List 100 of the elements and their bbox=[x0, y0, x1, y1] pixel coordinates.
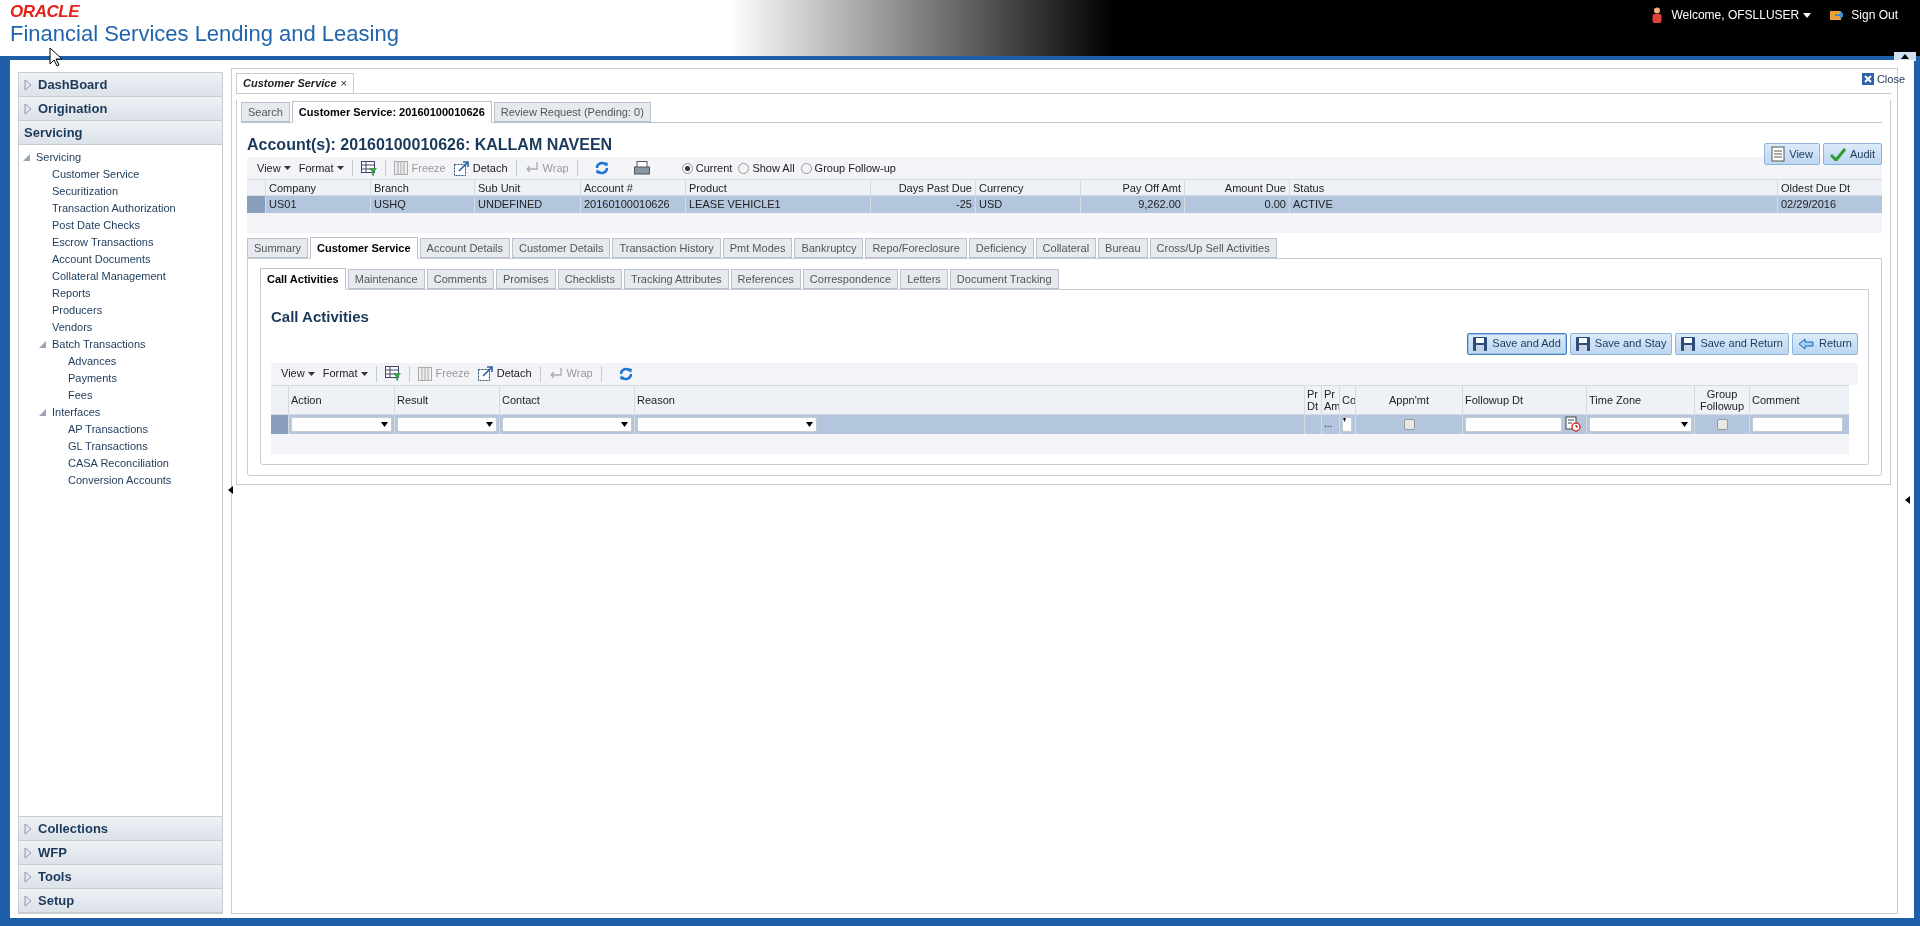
tab[interactable]: Pmt Modes bbox=[722, 238, 793, 258]
tab[interactable]: Call Activities bbox=[260, 268, 346, 290]
tree-item[interactable]: Account Documents bbox=[52, 251, 151, 268]
tab[interactable]: Tracking Attributes bbox=[623, 269, 729, 289]
tree-item[interactable]: CASA Reconciliation bbox=[68, 455, 169, 472]
column-header[interactable]: Pr Am bbox=[1321, 385, 1339, 414]
tab[interactable]: Search bbox=[241, 102, 290, 122]
tree-item[interactable]: Batch Transactions bbox=[52, 336, 146, 353]
page-tab[interactable]: Customer Service × bbox=[236, 73, 354, 93]
tree-item[interactable]: Fees bbox=[68, 387, 93, 404]
sidebar-section[interactable]: Servicing bbox=[19, 121, 222, 145]
sign-out-link[interactable]: Sign Out bbox=[1851, 6, 1898, 24]
tree-item[interactable]: Reports bbox=[52, 285, 91, 302]
save-button[interactable]: Save and Add bbox=[1467, 332, 1567, 355]
dropdown-field[interactable] bbox=[397, 416, 497, 432]
sidebar-section[interactable]: Origination bbox=[19, 97, 222, 121]
column-header[interactable]: Comment bbox=[1749, 385, 1849, 414]
tab[interactable]: Transaction History bbox=[612, 238, 721, 258]
tab[interactable]: Cross/Up Sell Activities bbox=[1149, 238, 1277, 258]
tab[interactable]: Repo/Foreclosure bbox=[865, 238, 967, 258]
column-header[interactable]: Followup Dt bbox=[1462, 385, 1586, 414]
column-header[interactable]: Time Zone bbox=[1586, 385, 1694, 414]
tab[interactable]: Review Request (Pending: 0) bbox=[493, 102, 651, 122]
tab[interactable]: Document Tracking bbox=[949, 269, 1059, 289]
checkbox[interactable] bbox=[1403, 418, 1415, 430]
tab[interactable]: Customer Service bbox=[310, 237, 418, 259]
column-header[interactable]: Contact bbox=[499, 385, 634, 414]
column-header[interactable]: Group Followup bbox=[1694, 385, 1749, 414]
sidebar-section[interactable]: DashBoard bbox=[19, 73, 222, 97]
tab[interactable]: Customer Details bbox=[512, 238, 611, 258]
dropdown-field[interactable] bbox=[291, 416, 392, 432]
sidebar-section[interactable]: Setup bbox=[19, 889, 222, 913]
tab[interactable]: Letters bbox=[900, 269, 948, 289]
radio-button[interactable] bbox=[681, 162, 693, 174]
save-button[interactable]: Save and Stay bbox=[1569, 332, 1673, 355]
tab[interactable]: Customer Service: 20160100010626 bbox=[291, 101, 492, 123]
tab[interactable]: Bureau bbox=[1098, 238, 1148, 258]
tree-item[interactable]: Post Date Checks bbox=[52, 217, 141, 234]
row-selector[interactable] bbox=[247, 196, 265, 213]
tree-item[interactable]: Conversion Accounts bbox=[68, 472, 172, 489]
dropdown-field[interactable] bbox=[1589, 416, 1692, 432]
radio-option[interactable]: Current bbox=[681, 159, 733, 177]
tree-item[interactable]: AP Transactions bbox=[68, 421, 148, 438]
comment-field[interactable] bbox=[1752, 416, 1843, 432]
tree-item[interactable]: Customer Service bbox=[52, 166, 140, 183]
tab[interactable]: Comments bbox=[426, 269, 494, 289]
column-header[interactable]: Result bbox=[394, 385, 499, 414]
detach-button[interactable]: Detach bbox=[477, 365, 532, 382]
more-link[interactable]: ... bbox=[1324, 419, 1333, 429]
column-header[interactable]: Action bbox=[288, 385, 394, 414]
menu-button[interactable]: Format bbox=[298, 159, 344, 177]
column-header[interactable]: Pr Dt bbox=[1304, 385, 1321, 414]
dropdown-field[interactable] bbox=[1342, 416, 1352, 432]
radio-button[interactable] bbox=[738, 162, 750, 174]
table-row[interactable]: US01 USHQ UNDEFINED 20160100010626 LEASE VEHICLE1 -25 USD 9,262.00 0.00 ACTIVE 02/29/2016 bbox=[247, 196, 1882, 213]
tree-item[interactable]: Vendors bbox=[52, 319, 93, 336]
column-header[interactable]: Appn'mt bbox=[1355, 385, 1462, 414]
tab[interactable]: Summary bbox=[247, 238, 309, 258]
tree-item[interactable]: Transaction Authorization bbox=[52, 200, 176, 217]
user-menu[interactable]: Welcome, OFSLLUSER bbox=[1671, 6, 1812, 24]
tree-item[interactable]: Escrow Transactions bbox=[52, 234, 154, 251]
tab[interactable]: References bbox=[730, 269, 801, 289]
menu-button[interactable]: Format bbox=[322, 365, 368, 382]
sidebar-section[interactable]: WFP bbox=[19, 841, 222, 865]
tree-item[interactable]: Collateral Management bbox=[52, 268, 166, 285]
tree-item[interactable]: GL Transactions bbox=[68, 438, 148, 455]
column-header[interactable]: Co bbox=[1339, 385, 1355, 414]
close-tab-icon[interactable]: × bbox=[340, 75, 347, 92]
tree-item[interactable]: Payments bbox=[68, 370, 117, 387]
radio-option[interactable]: Show All bbox=[738, 159, 795, 177]
tree-item[interactable]: Servicing bbox=[36, 149, 82, 166]
view-button[interactable]: View bbox=[1764, 143, 1820, 165]
radio-button[interactable] bbox=[800, 162, 812, 174]
tab[interactable]: Correspondence bbox=[802, 269, 899, 289]
menu-button[interactable]: View bbox=[281, 365, 315, 382]
tab[interactable]: Account Details bbox=[419, 238, 511, 258]
detach-button[interactable]: Detach bbox=[453, 159, 508, 177]
dropdown-field[interactable] bbox=[637, 416, 817, 432]
tree-item[interactable]: Securitization bbox=[52, 183, 119, 200]
date-picker-button[interactable] bbox=[1565, 416, 1581, 432]
sidebar-section[interactable]: Tools bbox=[19, 865, 222, 889]
tab[interactable]: Maintenance bbox=[347, 269, 425, 289]
tree-item[interactable]: Interfaces bbox=[52, 404, 101, 421]
sidebar-section[interactable]: Collections bbox=[19, 817, 222, 841]
date-field[interactable] bbox=[1465, 416, 1562, 432]
tree-item[interactable]: Advances bbox=[68, 353, 117, 370]
save-button[interactable]: Save and Return bbox=[1675, 332, 1789, 355]
tree-item[interactable]: Producers bbox=[52, 302, 103, 319]
tab[interactable]: Promises bbox=[495, 269, 556, 289]
return-button[interactable]: Return bbox=[1791, 332, 1858, 355]
column-header[interactable]: Reason bbox=[634, 385, 1304, 414]
tab[interactable]: Checklists bbox=[557, 269, 622, 289]
tab[interactable]: Collateral bbox=[1035, 238, 1097, 258]
checkbox[interactable] bbox=[1716, 418, 1728, 430]
dropdown-field[interactable] bbox=[502, 416, 632, 432]
radio-option[interactable]: Group Follow-up bbox=[800, 159, 896, 177]
tab[interactable]: Bankruptcy bbox=[794, 238, 864, 258]
tab[interactable]: Deficiency bbox=[968, 238, 1034, 258]
menu-button[interactable]: View bbox=[257, 159, 291, 177]
close-link[interactable]: Close bbox=[1861, 70, 1905, 87]
